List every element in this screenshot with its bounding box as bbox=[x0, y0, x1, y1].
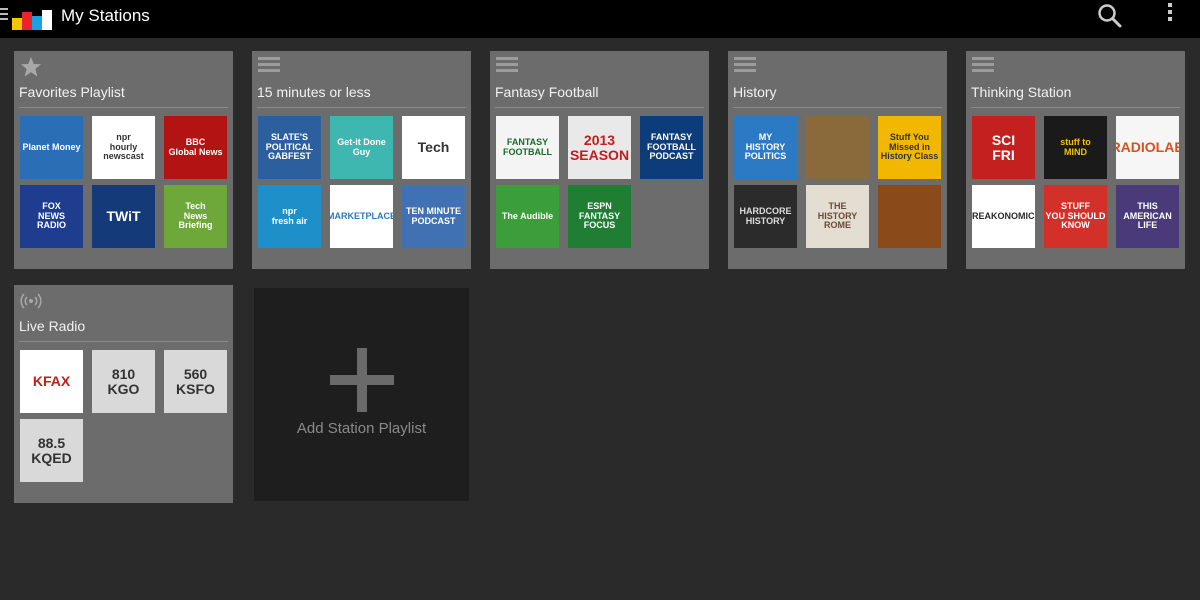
playlist-card[interactable]: 15 minutes or less SLATE'S POLITICAL GABFES… bbox=[252, 51, 471, 269]
station-tile[interactable]: stuff to MIND bbox=[1044, 116, 1107, 179]
station-tile-label: RADIOLAB bbox=[1116, 139, 1179, 156]
station-tile[interactable]: 560 KSFO bbox=[164, 350, 227, 413]
divider bbox=[971, 107, 1180, 108]
station-tile-label: SCI FRI bbox=[991, 131, 1016, 163]
station-tile-label: BBC Global News bbox=[168, 137, 223, 157]
page-title: My Stations bbox=[61, 6, 150, 25]
list-icon bbox=[734, 57, 756, 77]
station-tile-label: 810 KGO bbox=[107, 365, 140, 397]
station-tile[interactable]: THIS AMERICAN LIFE bbox=[1116, 185, 1179, 248]
station-tile[interactable]: FANTASY FOOTBALL bbox=[496, 116, 559, 179]
station-tile[interactable] bbox=[878, 185, 941, 248]
plus-icon-bar bbox=[330, 375, 394, 385]
add-station-label: Add Station Playlist bbox=[296, 420, 427, 437]
station-tile[interactable]: SCI FRI bbox=[972, 116, 1035, 179]
divider bbox=[733, 107, 942, 108]
station-tile[interactable]: MY HISTORY POLITICS bbox=[734, 116, 797, 179]
overflow-menu-icon[interactable] bbox=[1163, 3, 1177, 25]
playlist-title: Live Radio bbox=[19, 318, 86, 334]
station-tile-label: stuff to MIND bbox=[1060, 137, 1091, 157]
station-tile-label: HARDCORE HISTORY bbox=[739, 206, 792, 226]
station-tile-label: Planet Money bbox=[22, 141, 81, 152]
station-tile-label: MARKETPLACE bbox=[330, 210, 393, 221]
station-tile[interactable]: 810 KGO bbox=[92, 350, 155, 413]
station-tile-label: FREAKONOMICS bbox=[972, 210, 1035, 221]
station-tile[interactable]: FANTASY FOOTBALL PODCAST bbox=[640, 116, 703, 179]
list-icon bbox=[258, 57, 280, 77]
station-tile-label: Tech bbox=[417, 139, 450, 156]
station-tile[interactable]: BBC Global News bbox=[164, 116, 227, 179]
station-tile[interactable]: The Audible bbox=[496, 185, 559, 248]
station-tile-label: The Audible bbox=[501, 210, 554, 221]
station-tile-label: STUFF YOU SHOULD KNOW bbox=[1045, 201, 1106, 231]
station-tile-label: Get-it Done Guy bbox=[337, 137, 386, 157]
station-tile[interactable]: Planet Money bbox=[20, 116, 83, 179]
divider bbox=[495, 107, 704, 108]
station-tile-label: THIS AMERICAN LIFE bbox=[1123, 201, 1172, 231]
station-tile[interactable]: Tech News Briefing bbox=[164, 185, 227, 248]
station-tile-label: KFAX bbox=[32, 373, 71, 390]
playlist-card[interactable]: Thinking Station SCIFRI stuff toMIND RADIOL… bbox=[966, 51, 1185, 269]
station-tile-label: ESPN FANTASY FOCUS bbox=[578, 201, 621, 231]
playlist-title: Fantasy Football bbox=[495, 84, 599, 100]
divider bbox=[19, 107, 228, 108]
broadcast-icon bbox=[20, 291, 42, 311]
star-icon bbox=[20, 57, 42, 77]
station-tile[interactable]: Tech bbox=[402, 116, 465, 179]
playlist-title: 15 minutes or less bbox=[257, 84, 371, 100]
station-tile[interactable]: THE HISTORY ROME bbox=[806, 185, 869, 248]
station-tile-label: Tech News Briefing bbox=[178, 201, 213, 231]
station-tile-label: npr hourly newscast bbox=[103, 132, 144, 162]
list-icon bbox=[972, 57, 994, 77]
station-tile[interactable]: 2013 SEASON bbox=[568, 116, 631, 179]
playlist-card[interactable]: Fantasy Football FANTASY FOOTBALL 2013 SEASO… bbox=[490, 51, 709, 269]
station-tile[interactable]: TEN MINUTE PODCAST bbox=[402, 185, 465, 248]
station-tile-label: Stuff You Missed in History Class bbox=[880, 132, 939, 162]
station-tile-label: 560 KSFO bbox=[176, 365, 215, 397]
playlist-title: Thinking Station bbox=[971, 84, 1072, 100]
action-bar: My Stations bbox=[0, 0, 1200, 38]
add-station-playlist-button[interactable]: Add Station Playlist bbox=[254, 288, 469, 501]
station-tile-label: 2013 SEASON bbox=[569, 131, 630, 163]
station-tile[interactable] bbox=[806, 116, 869, 179]
drawer-icon[interactable] bbox=[0, 8, 8, 22]
station-tile[interactable]: HARDCORE HISTORY bbox=[734, 185, 797, 248]
station-tile[interactable]: npr fresh air bbox=[258, 185, 321, 248]
divider bbox=[19, 341, 228, 342]
station-tile[interactable]: SLATE'S POLITICAL GABFEST bbox=[258, 116, 321, 179]
station-tile-label: MY HISTORY POLITICS bbox=[744, 132, 787, 162]
station-tile-label: TEN MINUTE PODCAST bbox=[406, 206, 461, 226]
station-tile[interactable]: TWiT bbox=[92, 185, 155, 248]
app-logo-icon[interactable] bbox=[12, 4, 56, 30]
station-tile-label: THE HISTORY ROME bbox=[817, 201, 858, 231]
station-tile-label: FOX NEWS RADIO bbox=[37, 201, 66, 231]
station-tile[interactable]: ESPN FANTASY FOCUS bbox=[568, 185, 631, 248]
station-tile-label: FANTASY FOOTBALL PODCAST bbox=[647, 132, 696, 162]
station-tile-label: TWiT bbox=[106, 208, 141, 225]
station-tile[interactable]: KFAX bbox=[20, 350, 83, 413]
playlist-card[interactable]: Favorites Playlist Planet Money npr hourly n… bbox=[14, 51, 233, 269]
station-tile-label: SLATE'S POLITICAL GABFEST bbox=[265, 132, 314, 162]
station-tile[interactable]: RADIOLAB bbox=[1116, 116, 1179, 179]
station-tile[interactable]: MARKETPLACE bbox=[330, 185, 393, 248]
station-tile[interactable]: FOX NEWS RADIO bbox=[20, 185, 83, 248]
playlist-title: Favorites Playlist bbox=[19, 84, 125, 100]
divider bbox=[257, 107, 466, 108]
station-tile-label: FANTASY FOOTBALL bbox=[503, 137, 552, 157]
station-tile-label: npr fresh air bbox=[271, 206, 308, 226]
station-tile[interactable]: npr hourly newscast bbox=[92, 116, 155, 179]
station-tile[interactable]: 88.5 KQED bbox=[20, 419, 83, 482]
playlist-card[interactable]: Live Radio KFAX 810 KGO 560 KSFO 88.5 KQED bbox=[14, 285, 233, 503]
playlist-title: History bbox=[733, 84, 777, 100]
playlist-card[interactable]: History MY HISTORY POLITICS Stuff You Missed … bbox=[728, 51, 947, 269]
station-tile[interactable]: Stuff You Missed in History Class bbox=[878, 116, 941, 179]
list-icon bbox=[496, 57, 518, 77]
search-icon[interactable] bbox=[1096, 2, 1124, 30]
station-tile[interactable]: Get-it Done Guy bbox=[330, 116, 393, 179]
station-tile[interactable]: STUFF YOU SHOULD KNOW bbox=[1044, 185, 1107, 248]
station-tile[interactable]: FREAKONOMICS bbox=[972, 185, 1035, 248]
station-tile-label: 88.5 KQED bbox=[31, 434, 72, 466]
